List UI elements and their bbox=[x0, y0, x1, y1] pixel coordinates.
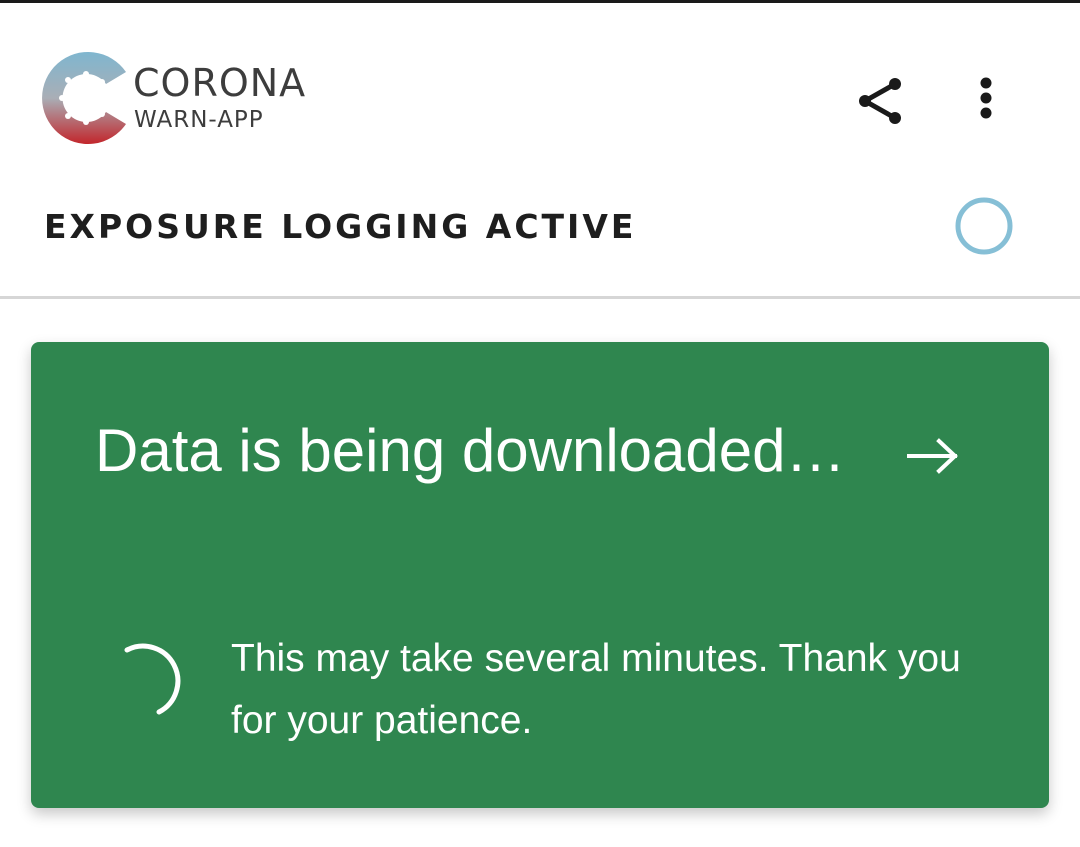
tracing-status-label: EXPOSURE LOGGING ACTIVE bbox=[44, 207, 637, 246]
corona-warn-app-logo-icon bbox=[42, 52, 126, 145]
app-bar: CORONA WARN-APP bbox=[0, 3, 1080, 173]
header-divider bbox=[0, 296, 1080, 299]
more-options-button[interactable] bbox=[964, 71, 1008, 131]
arrow-right-icon bbox=[907, 438, 958, 474]
share-icon bbox=[859, 78, 901, 124]
risk-card-title: Data is being downloaded… bbox=[95, 417, 846, 484]
tracing-status-row[interactable]: EXPOSURE LOGGING ACTIVE bbox=[0, 173, 1080, 297]
risk-card-body-text: This may take several minutes. Thank you… bbox=[231, 637, 961, 742]
risk-status-card[interactable]: Data is being downloaded… This may take … bbox=[31, 342, 1049, 808]
status-ring-icon bbox=[955, 197, 1013, 255]
more-vertical-icon bbox=[980, 77, 992, 119]
loading-spinner-icon bbox=[124, 643, 181, 715]
share-button[interactable] bbox=[850, 71, 910, 131]
brand-name: CORONA bbox=[133, 61, 307, 105]
brand-subtitle: WARN-APP bbox=[134, 107, 264, 133]
